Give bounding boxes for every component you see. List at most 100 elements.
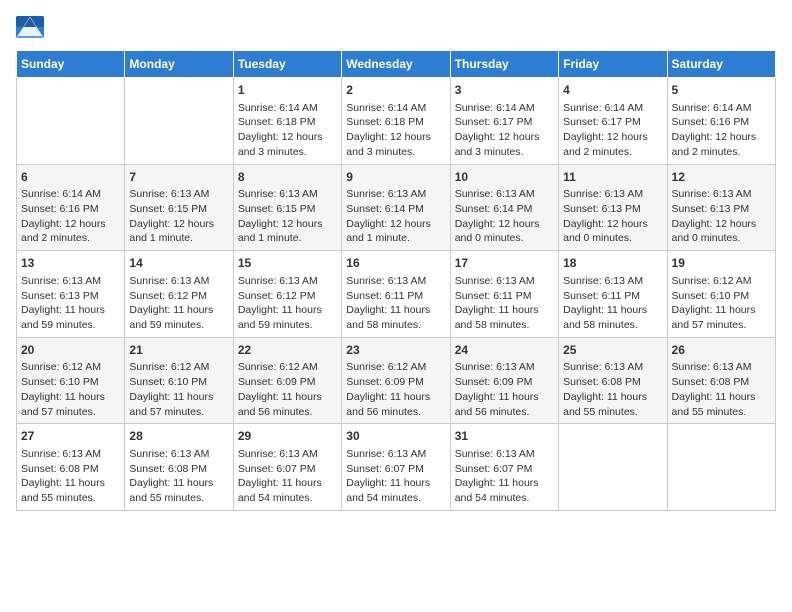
calendar-cell: 27 Sunrise: 6:13 AM Sunset: 6:08 PM Dayli… [17, 424, 125, 511]
day-header-sunday: Sunday [17, 51, 125, 78]
day-number: 5 [672, 82, 771, 99]
calendar-body: 1 Sunrise: 6:14 AM Sunset: 6:18 PM Daylig… [17, 78, 776, 511]
cell-content: Sunrise: 6:13 AM Sunset: 6:08 PM Dayligh… [21, 447, 120, 506]
cell-content: Sunrise: 6:13 AM Sunset: 6:09 PM Dayligh… [455, 360, 554, 419]
cell-content: Sunrise: 6:12 AM Sunset: 6:09 PM Dayligh… [346, 360, 445, 419]
cell-content: Sunrise: 6:13 AM Sunset: 6:15 PM Dayligh… [129, 187, 228, 246]
calendar-cell: 22Sunrise: 6:12 AM Sunset: 6:09 PM Dayli… [233, 337, 341, 424]
day-number: 24 [455, 342, 554, 359]
calendar-cell: 10Sunrise: 6:13 AM Sunset: 6:14 PM Dayli… [450, 164, 558, 251]
cell-content: Sunrise: 6:13 AM Sunset: 6:07 PM Dayligh… [455, 447, 554, 506]
day-number: 23 [346, 342, 445, 359]
calendar-cell [559, 424, 667, 511]
header-row: SundayMondayTuesdayWednesdayThursdayFrid… [17, 51, 776, 78]
day-number: 14 [129, 255, 228, 272]
calendar-cell: 23Sunrise: 6:12 AM Sunset: 6:09 PM Dayli… [342, 337, 450, 424]
logo [16, 16, 48, 38]
cell-content: Sunrise: 6:12 AM Sunset: 6:10 PM Dayligh… [672, 274, 771, 333]
cell-content: Sunrise: 6:13 AM Sunset: 6:07 PM Dayligh… [346, 447, 445, 506]
day-number: 2 [346, 82, 445, 99]
calendar-cell: 1 Sunrise: 6:14 AM Sunset: 6:18 PM Daylig… [233, 78, 341, 165]
calendar-cell: 7Sunrise: 6:13 AM Sunset: 6:15 PM Daylig… [125, 164, 233, 251]
calendar-week-3: 13 Sunrise: 6:13 AM Sunset: 6:13 PM Dayli… [17, 251, 776, 338]
day-number: 9 [346, 169, 445, 186]
day-number: 27 [21, 428, 120, 445]
calendar-cell: 30 Sunrise: 6:13 AM Sunset: 6:07 PM Dayli… [342, 424, 450, 511]
cell-content: Sunrise: 6:13 AM Sunset: 6:11 PM Dayligh… [455, 274, 554, 333]
cell-content: Sunrise: 6:14 AM Sunset: 6:16 PM Dayligh… [21, 187, 120, 246]
calendar-week-5: 27 Sunrise: 6:13 AM Sunset: 6:08 PM Dayli… [17, 424, 776, 511]
day-number: 3 [455, 82, 554, 99]
day-number: 8 [238, 169, 337, 186]
logo-icon [16, 16, 44, 38]
calendar-cell: 15 Sunrise: 6:13 AM Sunset: 6:12 PM Dayli… [233, 251, 341, 338]
cell-content: Sunrise: 6:13 AM Sunset: 6:08 PM Dayligh… [129, 447, 228, 506]
day-number: 17 [455, 255, 554, 272]
cell-content: Sunrise: 6:13 AM Sunset: 6:07 PM Dayligh… [238, 447, 337, 506]
day-number: 1 [238, 82, 337, 99]
calendar-cell: 25Sunrise: 6:13 AM Sunset: 6:08 PM Dayli… [559, 337, 667, 424]
page-header [16, 16, 776, 38]
calendar-cell: 3Sunrise: 6:14 AM Sunset: 6:17 PM Daylig… [450, 78, 558, 165]
cell-content: Sunrise: 6:12 AM Sunset: 6:10 PM Dayligh… [21, 360, 120, 419]
calendar-cell: 8Sunrise: 6:13 AM Sunset: 6:15 PM Daylig… [233, 164, 341, 251]
cell-content: Sunrise: 6:12 AM Sunset: 6:09 PM Dayligh… [238, 360, 337, 419]
calendar-cell: 28 Sunrise: 6:13 AM Sunset: 6:08 PM Dayli… [125, 424, 233, 511]
day-number: 10 [455, 169, 554, 186]
day-header-thursday: Thursday [450, 51, 558, 78]
calendar-cell: 6Sunrise: 6:14 AM Sunset: 6:16 PM Daylig… [17, 164, 125, 251]
day-number: 26 [672, 342, 771, 359]
calendar-week-2: 6Sunrise: 6:14 AM Sunset: 6:16 PM Daylig… [17, 164, 776, 251]
day-number: 6 [21, 169, 120, 186]
cell-content: Sunrise: 6:13 AM Sunset: 6:14 PM Dayligh… [455, 187, 554, 246]
calendar-cell: 26Sunrise: 6:13 AM Sunset: 6:08 PM Dayli… [667, 337, 775, 424]
cell-content: Sunrise: 6:14 AM Sunset: 6:18 PM Dayligh… [346, 101, 445, 160]
day-header-saturday: Saturday [667, 51, 775, 78]
day-number: 18 [563, 255, 662, 272]
day-header-tuesday: Tuesday [233, 51, 341, 78]
cell-content: Sunrise: 6:14 AM Sunset: 6:17 PM Dayligh… [563, 101, 662, 160]
day-number: 21 [129, 342, 228, 359]
day-header-friday: Friday [559, 51, 667, 78]
calendar-cell: 4 Sunrise: 6:14 AM Sunset: 6:17 PM Daylig… [559, 78, 667, 165]
calendar-cell: 24Sunrise: 6:13 AM Sunset: 6:09 PM Dayli… [450, 337, 558, 424]
calendar-week-1: 1 Sunrise: 6:14 AM Sunset: 6:18 PM Daylig… [17, 78, 776, 165]
calendar-cell: 12Sunrise: 6:13 AM Sunset: 6:13 PM Dayli… [667, 164, 775, 251]
cell-content: Sunrise: 6:13 AM Sunset: 6:11 PM Dayligh… [346, 274, 445, 333]
cell-content: Sunrise: 6:13 AM Sunset: 6:11 PM Dayligh… [563, 274, 662, 333]
cell-content: Sunrise: 6:13 AM Sunset: 6:12 PM Dayligh… [129, 274, 228, 333]
day-number: 29 [238, 428, 337, 445]
calendar-cell: 20Sunrise: 6:12 AM Sunset: 6:10 PM Dayli… [17, 337, 125, 424]
calendar-cell [125, 78, 233, 165]
calendar-cell: 31 Sunrise: 6:13 AM Sunset: 6:07 PM Dayli… [450, 424, 558, 511]
cell-content: Sunrise: 6:13 AM Sunset: 6:14 PM Dayligh… [346, 187, 445, 246]
day-number: 19 [672, 255, 771, 272]
cell-content: Sunrise: 6:13 AM Sunset: 6:08 PM Dayligh… [672, 360, 771, 419]
day-number: 16 [346, 255, 445, 272]
calendar-cell: 13 Sunrise: 6:13 AM Sunset: 6:13 PM Dayli… [17, 251, 125, 338]
cell-content: Sunrise: 6:14 AM Sunset: 6:16 PM Dayligh… [672, 101, 771, 160]
calendar-cell: 2 Sunrise: 6:14 AM Sunset: 6:18 PM Daylig… [342, 78, 450, 165]
day-number: 31 [455, 428, 554, 445]
day-header-wednesday: Wednesday [342, 51, 450, 78]
calendar-cell: 5 Sunrise: 6:14 AM Sunset: 6:16 PM Daylig… [667, 78, 775, 165]
cell-content: Sunrise: 6:12 AM Sunset: 6:10 PM Dayligh… [129, 360, 228, 419]
day-number: 15 [238, 255, 337, 272]
cell-content: Sunrise: 6:14 AM Sunset: 6:18 PM Dayligh… [238, 101, 337, 160]
day-number: 13 [21, 255, 120, 272]
cell-content: Sunrise: 6:13 AM Sunset: 6:15 PM Dayligh… [238, 187, 337, 246]
day-header-monday: Monday [125, 51, 233, 78]
calendar-week-4: 20Sunrise: 6:12 AM Sunset: 6:10 PM Dayli… [17, 337, 776, 424]
day-number: 30 [346, 428, 445, 445]
day-number: 28 [129, 428, 228, 445]
day-number: 12 [672, 169, 771, 186]
cell-content: Sunrise: 6:13 AM Sunset: 6:08 PM Dayligh… [563, 360, 662, 419]
cell-content: Sunrise: 6:13 AM Sunset: 6:12 PM Dayligh… [238, 274, 337, 333]
calendar-cell: 14 Sunrise: 6:13 AM Sunset: 6:12 PM Dayli… [125, 251, 233, 338]
calendar-table: SundayMondayTuesdayWednesdayThursdayFrid… [16, 50, 776, 511]
day-number: 4 [563, 82, 662, 99]
cell-content: Sunrise: 6:13 AM Sunset: 6:13 PM Dayligh… [21, 274, 120, 333]
day-number: 22 [238, 342, 337, 359]
calendar-cell [17, 78, 125, 165]
calendar-cell: 29 Sunrise: 6:13 AM Sunset: 6:07 PM Dayli… [233, 424, 341, 511]
